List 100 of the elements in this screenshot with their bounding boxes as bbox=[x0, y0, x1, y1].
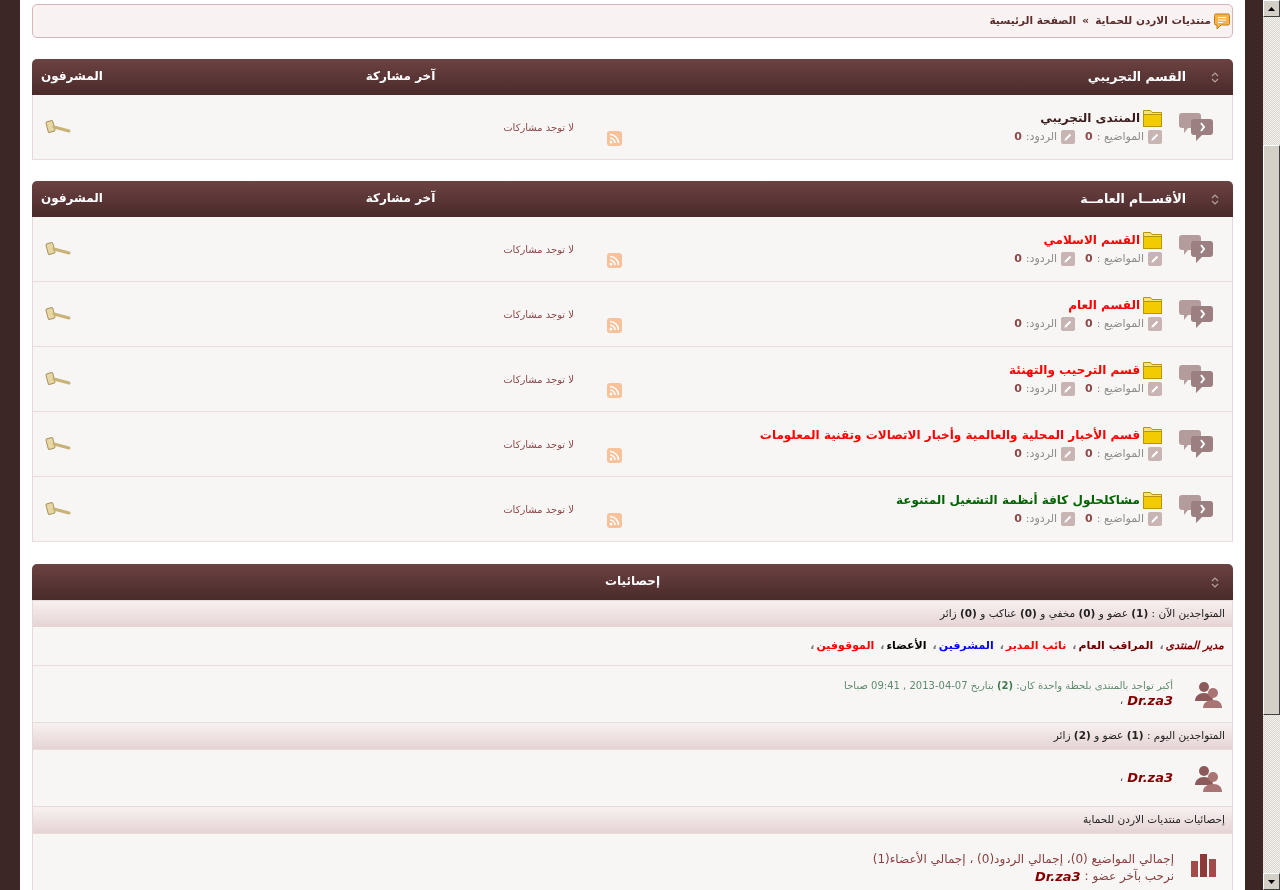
stat-label: المواضيع : bbox=[1096, 446, 1144, 462]
speech-bubbles-icon bbox=[1179, 298, 1213, 330]
stat-label: الردود: bbox=[1025, 251, 1058, 267]
category-title[interactable]: القسم التجريبي bbox=[1087, 68, 1186, 86]
category-title[interactable]: الأقســام العامــة bbox=[1080, 190, 1186, 208]
folder-icon bbox=[1143, 491, 1162, 509]
column-header: المشرفون bbox=[41, 191, 103, 206]
speech-bubble-icon bbox=[1214, 12, 1230, 30]
member-link[interactable]: Dr.za3 bbox=[1127, 769, 1173, 787]
group-link[interactable]: نائب المدير bbox=[1005, 638, 1067, 654]
stat-value: 0 bbox=[1014, 251, 1022, 267]
speech-bubbles-icon bbox=[1179, 363, 1213, 395]
pencil-icon bbox=[1061, 512, 1076, 526]
users-icon bbox=[1195, 680, 1222, 708]
column-header: آخر مشاركة bbox=[365, 69, 436, 84]
pencil-icon bbox=[1148, 447, 1162, 461]
stat-value: 0 bbox=[1085, 129, 1093, 145]
scroll-down-button[interactable] bbox=[1263, 873, 1280, 890]
pencil-icon bbox=[1148, 382, 1162, 396]
stat-value: 0 bbox=[1014, 511, 1022, 527]
speech-bubbles-icon bbox=[1179, 428, 1213, 460]
group-link[interactable]: مدير المنتدى bbox=[1165, 638, 1224, 654]
stat-value: 0 bbox=[1085, 316, 1093, 332]
folder-icon bbox=[1143, 231, 1162, 249]
stat-label: المواضيع : bbox=[1096, 511, 1144, 527]
last-post-text: لا توجد مشاركات bbox=[503, 372, 574, 386]
stat-label: الردود: bbox=[1025, 129, 1058, 145]
stat-value: 0 bbox=[1014, 316, 1022, 332]
forum-link[interactable]: القسم العام bbox=[1068, 298, 1140, 314]
separator-text: ، bbox=[1119, 693, 1124, 709]
forum-link[interactable]: قسم الأخبار المحلية والعالمية وأخبار الاتصالات وتقنية المعلومات bbox=[759, 428, 1140, 444]
last-post-text: لا توجد مشاركات bbox=[503, 437, 574, 451]
scrollbar[interactable] bbox=[1263, 0, 1280, 890]
stat-label: المواضيع : bbox=[1096, 381, 1144, 397]
separator-text: ، bbox=[1119, 770, 1124, 786]
collapse-icon[interactable] bbox=[1211, 192, 1219, 206]
breadcrumb-link[interactable]: الصفحة الرئيسية bbox=[989, 14, 1077, 28]
breadcrumb-link[interactable]: منتديات الاردن للحماية bbox=[1095, 14, 1211, 28]
forum-link[interactable]: مشاكلحلول كافة أنظمة التشغيل المتنوعة bbox=[895, 493, 1140, 509]
pencil-icon bbox=[1148, 252, 1162, 266]
stat-label: المواضيع : bbox=[1096, 251, 1144, 267]
totals-text: إجمالي المواضيع (0)، إجمالي الردود(0) ، إجمالي الأعضاء(1) bbox=[872, 852, 1174, 868]
last-post-text: لا توجد مشاركات bbox=[503, 120, 574, 134]
stat-value: 0 bbox=[1085, 251, 1093, 267]
member-link[interactable]: Dr.za3 bbox=[1127, 692, 1173, 710]
triangle-up-icon bbox=[1268, 6, 1275, 11]
pencil-icon bbox=[1061, 317, 1076, 331]
stat-label: المواضيع : bbox=[1096, 316, 1144, 332]
stat-label: المواضيع : bbox=[1096, 129, 1144, 145]
column-header: المشرفون bbox=[41, 69, 103, 84]
folder-icon bbox=[1143, 426, 1162, 444]
gavel-icon bbox=[45, 371, 71, 387]
collapse-icon[interactable] bbox=[1211, 70, 1219, 84]
last-post-text: لا توجد مشاركات bbox=[503, 242, 574, 256]
group-link[interactable]: الموقوفين bbox=[816, 638, 875, 654]
stat-label: الردود: bbox=[1025, 381, 1058, 397]
group-link[interactable]: المراقب العام bbox=[1078, 638, 1154, 654]
stat-value: 0 bbox=[1085, 381, 1093, 397]
forum-stats-heading: إحصائيات منتديات الاردن للحماية bbox=[1082, 813, 1225, 827]
member-link[interactable]: Dr.za3 bbox=[1034, 868, 1081, 886]
gavel-icon bbox=[45, 119, 71, 135]
pencil-icon bbox=[1148, 512, 1162, 526]
column-header: آخر مشاركة bbox=[365, 191, 436, 206]
stat-label: الردود: bbox=[1025, 511, 1058, 527]
pencil-icon bbox=[1148, 130, 1162, 144]
last-post-text: لا توجد مشاركات bbox=[503, 307, 574, 321]
gavel-icon bbox=[45, 306, 71, 322]
triangle-down-icon bbox=[1268, 879, 1275, 884]
group-link[interactable]: المشرفين bbox=[938, 638, 994, 654]
forum-link[interactable]: القسم الاسلامي bbox=[1043, 233, 1140, 249]
collapse-icon[interactable] bbox=[1211, 575, 1219, 589]
scrollbar-thumb[interactable] bbox=[1263, 145, 1280, 715]
group-link[interactable]: الأعضاء bbox=[886, 638, 927, 654]
pencil-icon bbox=[1061, 252, 1076, 266]
speech-bubbles-icon bbox=[1179, 233, 1213, 265]
speech-bubbles-icon bbox=[1179, 111, 1213, 143]
stat-value: 0 bbox=[1085, 446, 1093, 462]
stat-value: 0 bbox=[1085, 511, 1093, 527]
welcome-text: نرحب بآخر عضو : bbox=[1084, 869, 1174, 885]
stat-value: 0 bbox=[1014, 381, 1022, 397]
scroll-up-button[interactable] bbox=[1263, 0, 1280, 17]
speech-bubbles-icon bbox=[1179, 493, 1213, 525]
folder-icon bbox=[1143, 361, 1162, 379]
pencil-icon bbox=[1061, 382, 1076, 396]
separator-text: ، bbox=[999, 638, 1004, 654]
stat-value: 0 bbox=[1014, 446, 1022, 462]
forum-link[interactable]: قسم الترحيب والتهنئة bbox=[1008, 363, 1140, 379]
gavel-icon bbox=[45, 501, 71, 517]
folder-icon bbox=[1143, 109, 1162, 127]
pencil-icon bbox=[1148, 317, 1162, 331]
last-post-text: لا توجد مشاركات bbox=[503, 502, 574, 516]
separator-text: ، bbox=[1159, 638, 1164, 654]
forum-link[interactable]: المنتدى التجريبي bbox=[1040, 111, 1140, 127]
pencil-icon bbox=[1061, 447, 1076, 461]
pencil-icon bbox=[1061, 130, 1076, 144]
separator-text: ، bbox=[1072, 638, 1077, 654]
stat-value: 0 bbox=[1014, 129, 1022, 145]
gavel-icon bbox=[45, 241, 71, 257]
separator-text: ، bbox=[880, 638, 885, 654]
gavel-icon bbox=[45, 436, 71, 452]
